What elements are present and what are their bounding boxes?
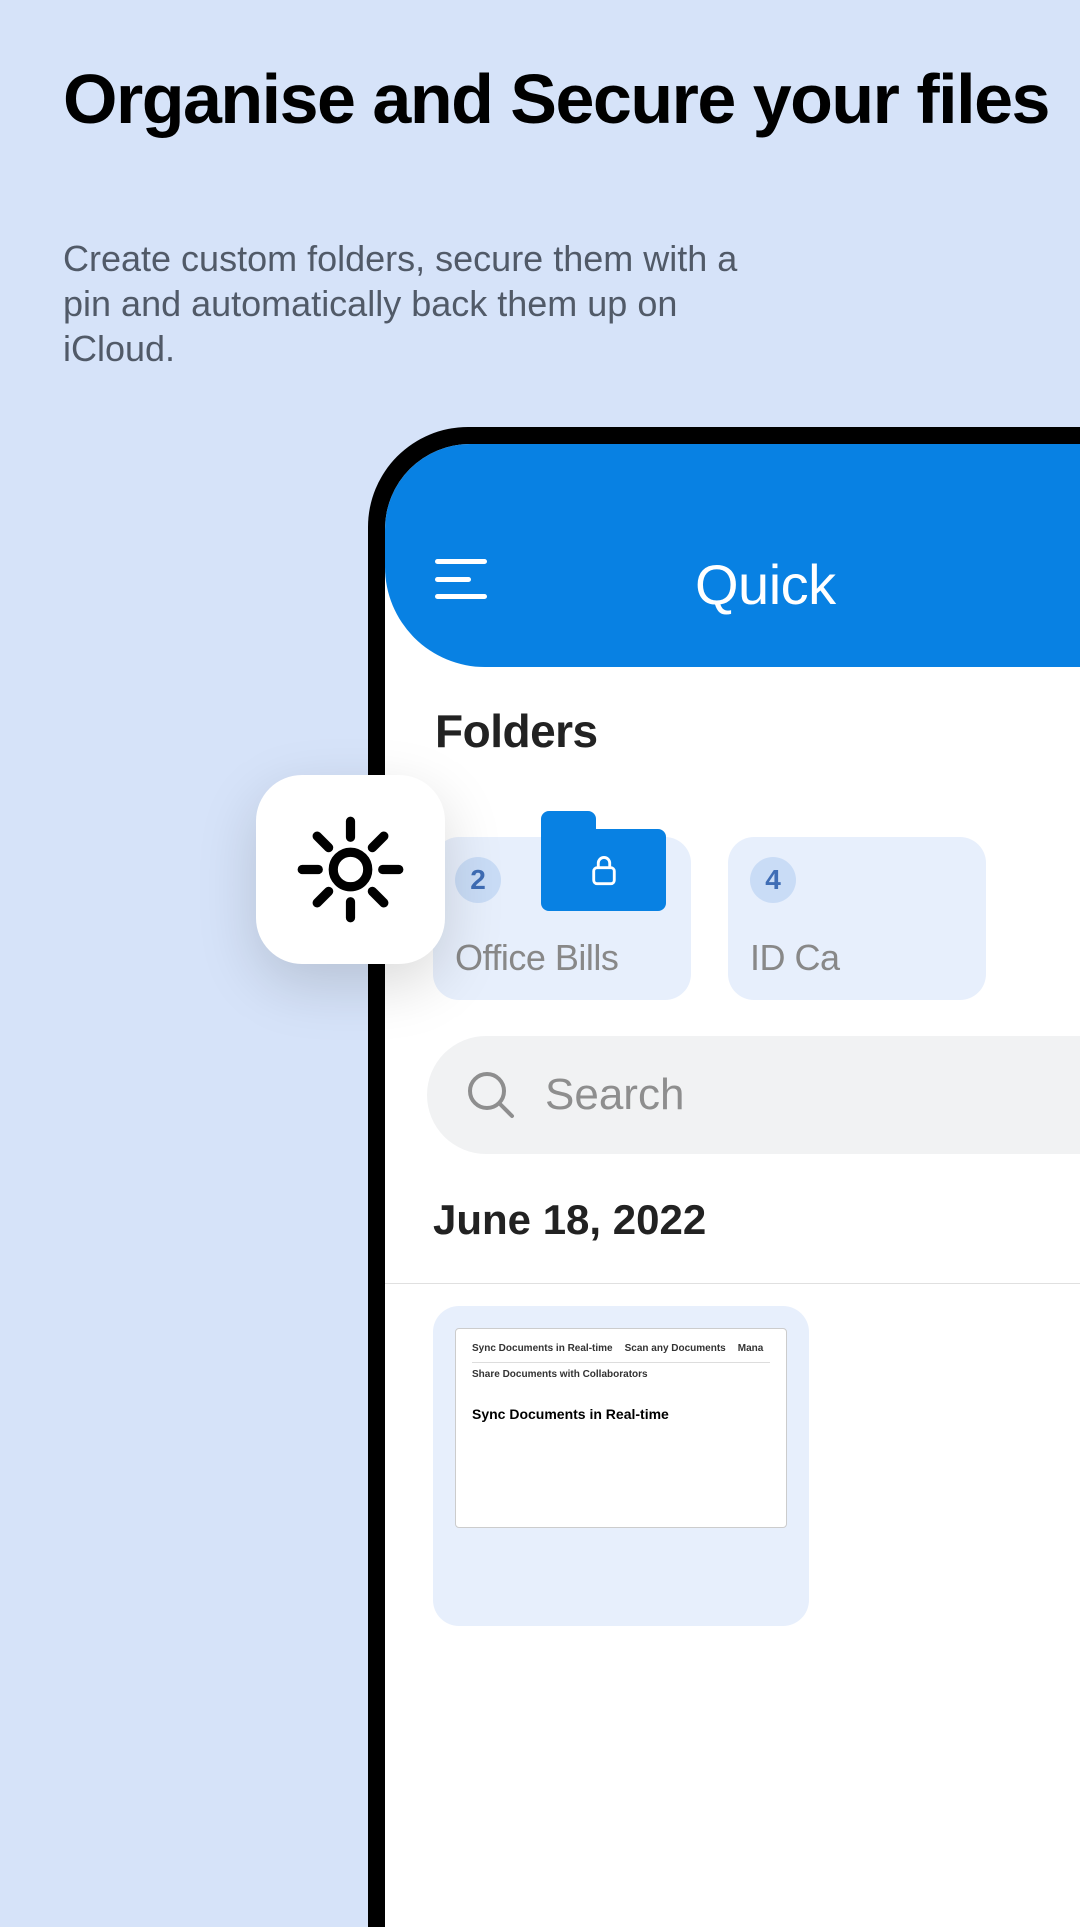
lock-icon	[590, 854, 618, 886]
brightness-icon	[293, 812, 408, 927]
phone-frame: Quick Folders 2 Office Bills 4 ID Ca	[368, 427, 1080, 1927]
search-placeholder: Search	[545, 1070, 684, 1120]
document-card[interactable]: Sync Documents in Real-time Scan any Doc…	[433, 1306, 809, 1626]
phone-screen: Quick Folders 2 Office Bills 4 ID Ca	[385, 444, 1080, 1927]
folder-count-badge: 2	[455, 857, 501, 903]
search-input[interactable]: Search	[427, 1036, 1080, 1154]
folder-name-label: ID Ca	[750, 937, 964, 979]
brightness-badge	[256, 775, 445, 964]
document-preview: Sync Documents in Real-time Scan any Doc…	[455, 1328, 787, 1528]
divider	[385, 1283, 1080, 1284]
menu-icon[interactable]	[435, 559, 487, 599]
app-header: Quick	[385, 444, 1080, 667]
hero-subtitle: Create custom folders, secure them with …	[63, 236, 763, 371]
folder-card-id[interactable]: 4 ID Ca	[728, 837, 986, 1000]
folder-count-badge: 4	[750, 857, 796, 903]
app-title: Quick	[695, 552, 836, 617]
search-icon	[465, 1069, 517, 1121]
date-section-label: June 18, 2022	[433, 1196, 706, 1244]
folder-name-label: Office Bills	[455, 937, 669, 979]
hero-title: Organise and Secure your files	[63, 62, 1049, 138]
folder-icon	[541, 811, 666, 911]
folders-section-label: Folders	[435, 704, 598, 758]
